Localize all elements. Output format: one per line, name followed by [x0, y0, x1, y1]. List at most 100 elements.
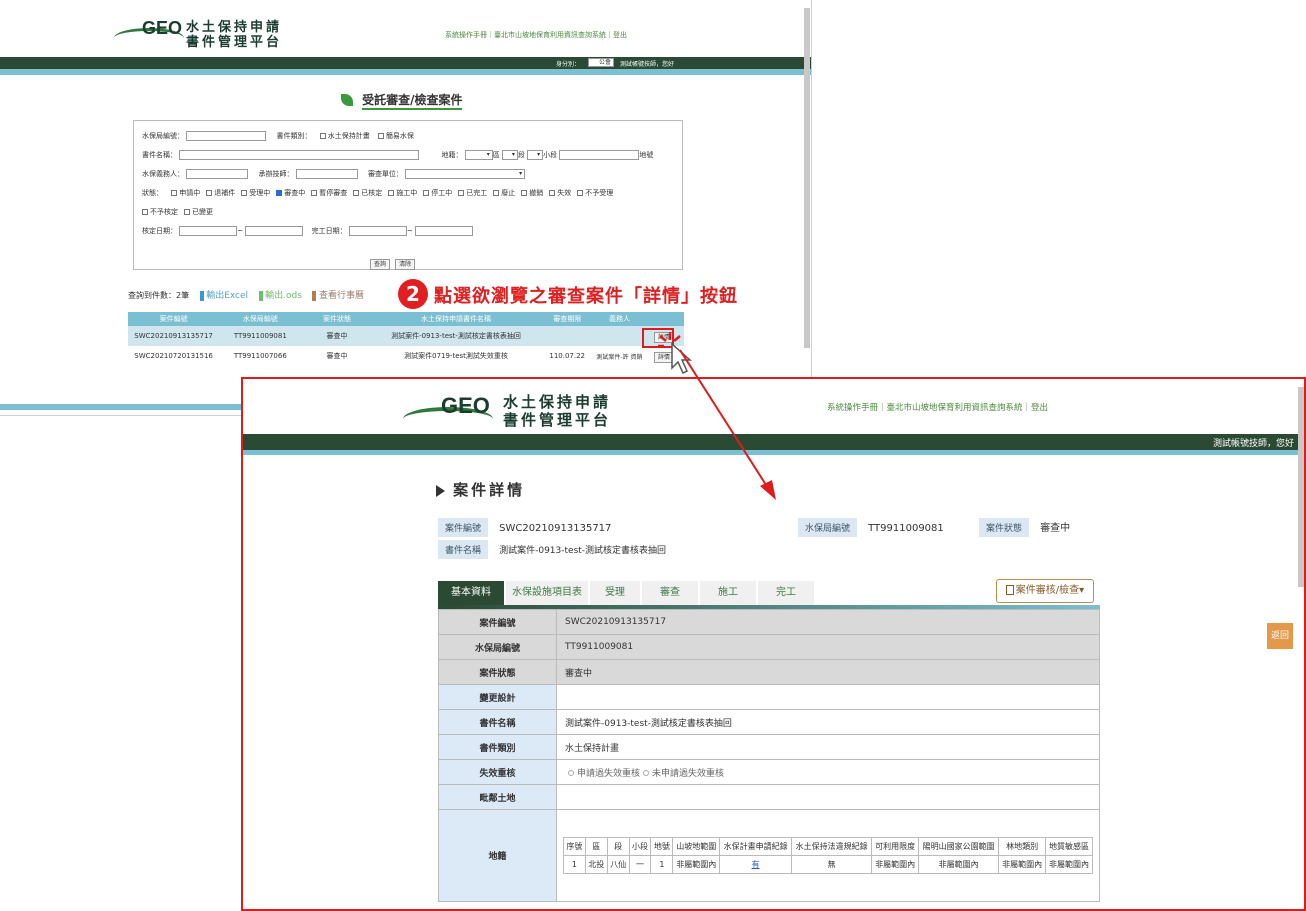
status-checkbox[interactable]: [549, 190, 556, 196]
engineer-input[interactable]: [295, 169, 358, 179]
page-title: 受託審查/檢查案件: [341, 89, 463, 110]
case-status-value: 審查中: [1040, 523, 1071, 534]
status-checkbox[interactable]: [423, 190, 430, 196]
greeting: 測試帳號技師，您好: [620, 61, 675, 68]
tab-completion[interactable]: 完工: [758, 581, 814, 605]
detail-row: 案件編號 SWC20210913135717: [438, 609, 1100, 635]
doc-type-plan-label: 水土保持計畫: [327, 132, 370, 140]
obligor-input[interactable]: [186, 169, 249, 179]
land-cell: 非屬範圍內: [1045, 855, 1093, 874]
scrollbar[interactable]: [1298, 387, 1304, 587]
review-dropdown[interactable]: 案件審核/檢查▾: [996, 579, 1094, 603]
radio-button[interactable]: [643, 770, 650, 776]
status-checkbox[interactable]: [353, 190, 360, 196]
detail-row: 水保局編號 TT9911009081: [438, 634, 1100, 660]
excel-icon: [199, 290, 204, 301]
status-checkbox[interactable]: [577, 190, 584, 196]
land-cell: 1: [563, 855, 586, 874]
land-column-header: 區: [584, 837, 608, 856]
status-checkbox-label: 退補件: [214, 189, 236, 197]
greeting: 測試帳號技師，您好: [1212, 439, 1294, 449]
detail-key: 書件名稱: [438, 709, 557, 735]
tab-construction[interactable]: 施工: [700, 581, 756, 605]
status-checkbox-row-2: 不予核定 已變更: [136, 207, 213, 217]
land-column-header: 陽明山國家公園範圍: [918, 837, 1000, 856]
clear-button[interactable]: 清除: [395, 259, 416, 270]
status-checkbox[interactable]: [241, 190, 248, 196]
table-row[interactable]: SWC20210913135717 TT9911009081 審查中 測試案件-091…: [128, 326, 684, 346]
land-cell: 非屬範圍內: [672, 855, 721, 874]
radio-button[interactable]: [568, 770, 574, 776]
tilde: ~: [237, 227, 244, 235]
table-row[interactable]: SWC20210720131516 TT9911007066 審查中 測試案件0719…: [128, 346, 684, 366]
section-select[interactable]: ▾: [501, 150, 518, 160]
tab-acceptance[interactable]: 受理: [590, 581, 640, 605]
land-column-header: 可利用限度: [871, 837, 920, 856]
export-ods-link[interactable]: 輸出.ods: [265, 291, 302, 301]
status-checkbox[interactable]: [458, 190, 465, 196]
tab-review[interactable]: 審查: [642, 581, 698, 605]
site-logo[interactable]: GEO 水土保持申請 書件管理平台: [112, 14, 292, 50]
detail-value: TT9911009081: [556, 634, 1100, 660]
table-cell: [539, 326, 595, 346]
land-cell: 北投: [584, 855, 608, 874]
review-dropdown-label: 案件審核/檢查▾: [1015, 585, 1085, 596]
review-unit-select[interactable]: ▾: [405, 169, 526, 179]
land-column-header: 水保計畫申請紀錄: [719, 837, 792, 856]
approve-date-from[interactable]: [179, 226, 238, 236]
doc-type-plan-checkbox[interactable]: [319, 133, 326, 139]
page-title-text: 受託審查/檢查案件: [362, 93, 463, 110]
header-bar: 身分別： 公會 測試帳號技師，您好: [0, 57, 811, 69]
pointer-arrow: [679, 349, 776, 500]
identity-select[interactable]: 公會: [588, 58, 614, 67]
status-checkbox-label: 已核定: [361, 189, 383, 197]
status-checkbox-label: 已變更: [192, 208, 213, 216]
ods-icon: [258, 290, 263, 301]
complete-date-to[interactable]: [414, 226, 473, 236]
doc-type-simple-checkbox[interactable]: [377, 133, 384, 139]
status-checkbox[interactable]: [142, 209, 148, 215]
table-cell: SWC20210720131516: [134, 352, 213, 360]
land-cell: 八仙: [606, 855, 630, 874]
status-checkbox[interactable]: [311, 190, 318, 196]
status-checkbox[interactable]: [171, 190, 178, 196]
subsection-label: 小段: [543, 151, 558, 159]
land-column-header: 段: [606, 837, 630, 856]
section-title: 案件詳情: [436, 479, 525, 500]
status-checkbox[interactable]: [388, 190, 395, 196]
export-excel-link[interactable]: 輸出Excel: [206, 291, 248, 301]
lot-input[interactable]: [559, 150, 640, 160]
play-icon: [436, 484, 445, 497]
back-button[interactable]: 返回: [1267, 623, 1293, 649]
doc-name-label: 書件名稱：: [142, 151, 177, 159]
top-links[interactable]: 系統操作手冊｜臺北市山坡地保育利用資訊查詢系統｜登出: [827, 401, 1048, 413]
site-logo[interactable]: GEO 水土保持申請 書件管理平台: [403, 389, 643, 433]
land-label: 地籍：: [441, 151, 463, 159]
view-schedule-link[interactable]: 查看行事曆: [319, 291, 364, 301]
status-checkbox[interactable]: [206, 190, 213, 196]
status-checkbox-label: 已完工: [466, 189, 488, 197]
district-select[interactable]: ▾: [464, 150, 493, 160]
tab-facility-items[interactable]: 水保設施項目表: [506, 581, 588, 605]
approve-date-to[interactable]: [245, 226, 304, 236]
detail-key: 水保局編號: [438, 634, 557, 660]
scrollbar[interactable]: [804, 8, 810, 348]
table-cell: SWC20210913135717: [128, 326, 220, 346]
status-checkbox[interactable]: [493, 190, 500, 196]
tab-basic-info[interactable]: 基本資料: [438, 581, 504, 605]
status-checkbox[interactable]: [276, 190, 283, 196]
review-unit-label: 審查單位：: [367, 170, 403, 178]
bureau-no-input[interactable]: [186, 131, 267, 141]
bureau-no-label: 水保局編號：: [142, 132, 184, 140]
doc-name-input[interactable]: [179, 150, 420, 160]
search-button[interactable]: 查詢: [370, 259, 391, 270]
top-links[interactable]: 系統操作手冊｜臺北市山坡地保育利用資訊查詢系統｜登出: [445, 30, 627, 40]
complete-date-from[interactable]: [348, 226, 407, 236]
status-checkbox[interactable]: [184, 209, 190, 215]
status-checkbox[interactable]: [521, 190, 528, 196]
land-cell[interactable]: 有: [719, 855, 792, 874]
radio-label: 未申請過失效重核: [652, 768, 725, 779]
section-title-text: 案件詳情: [453, 481, 526, 499]
subsection-select[interactable]: ▾: [527, 150, 544, 160]
land-column-header: 林地類別: [998, 837, 1047, 856]
